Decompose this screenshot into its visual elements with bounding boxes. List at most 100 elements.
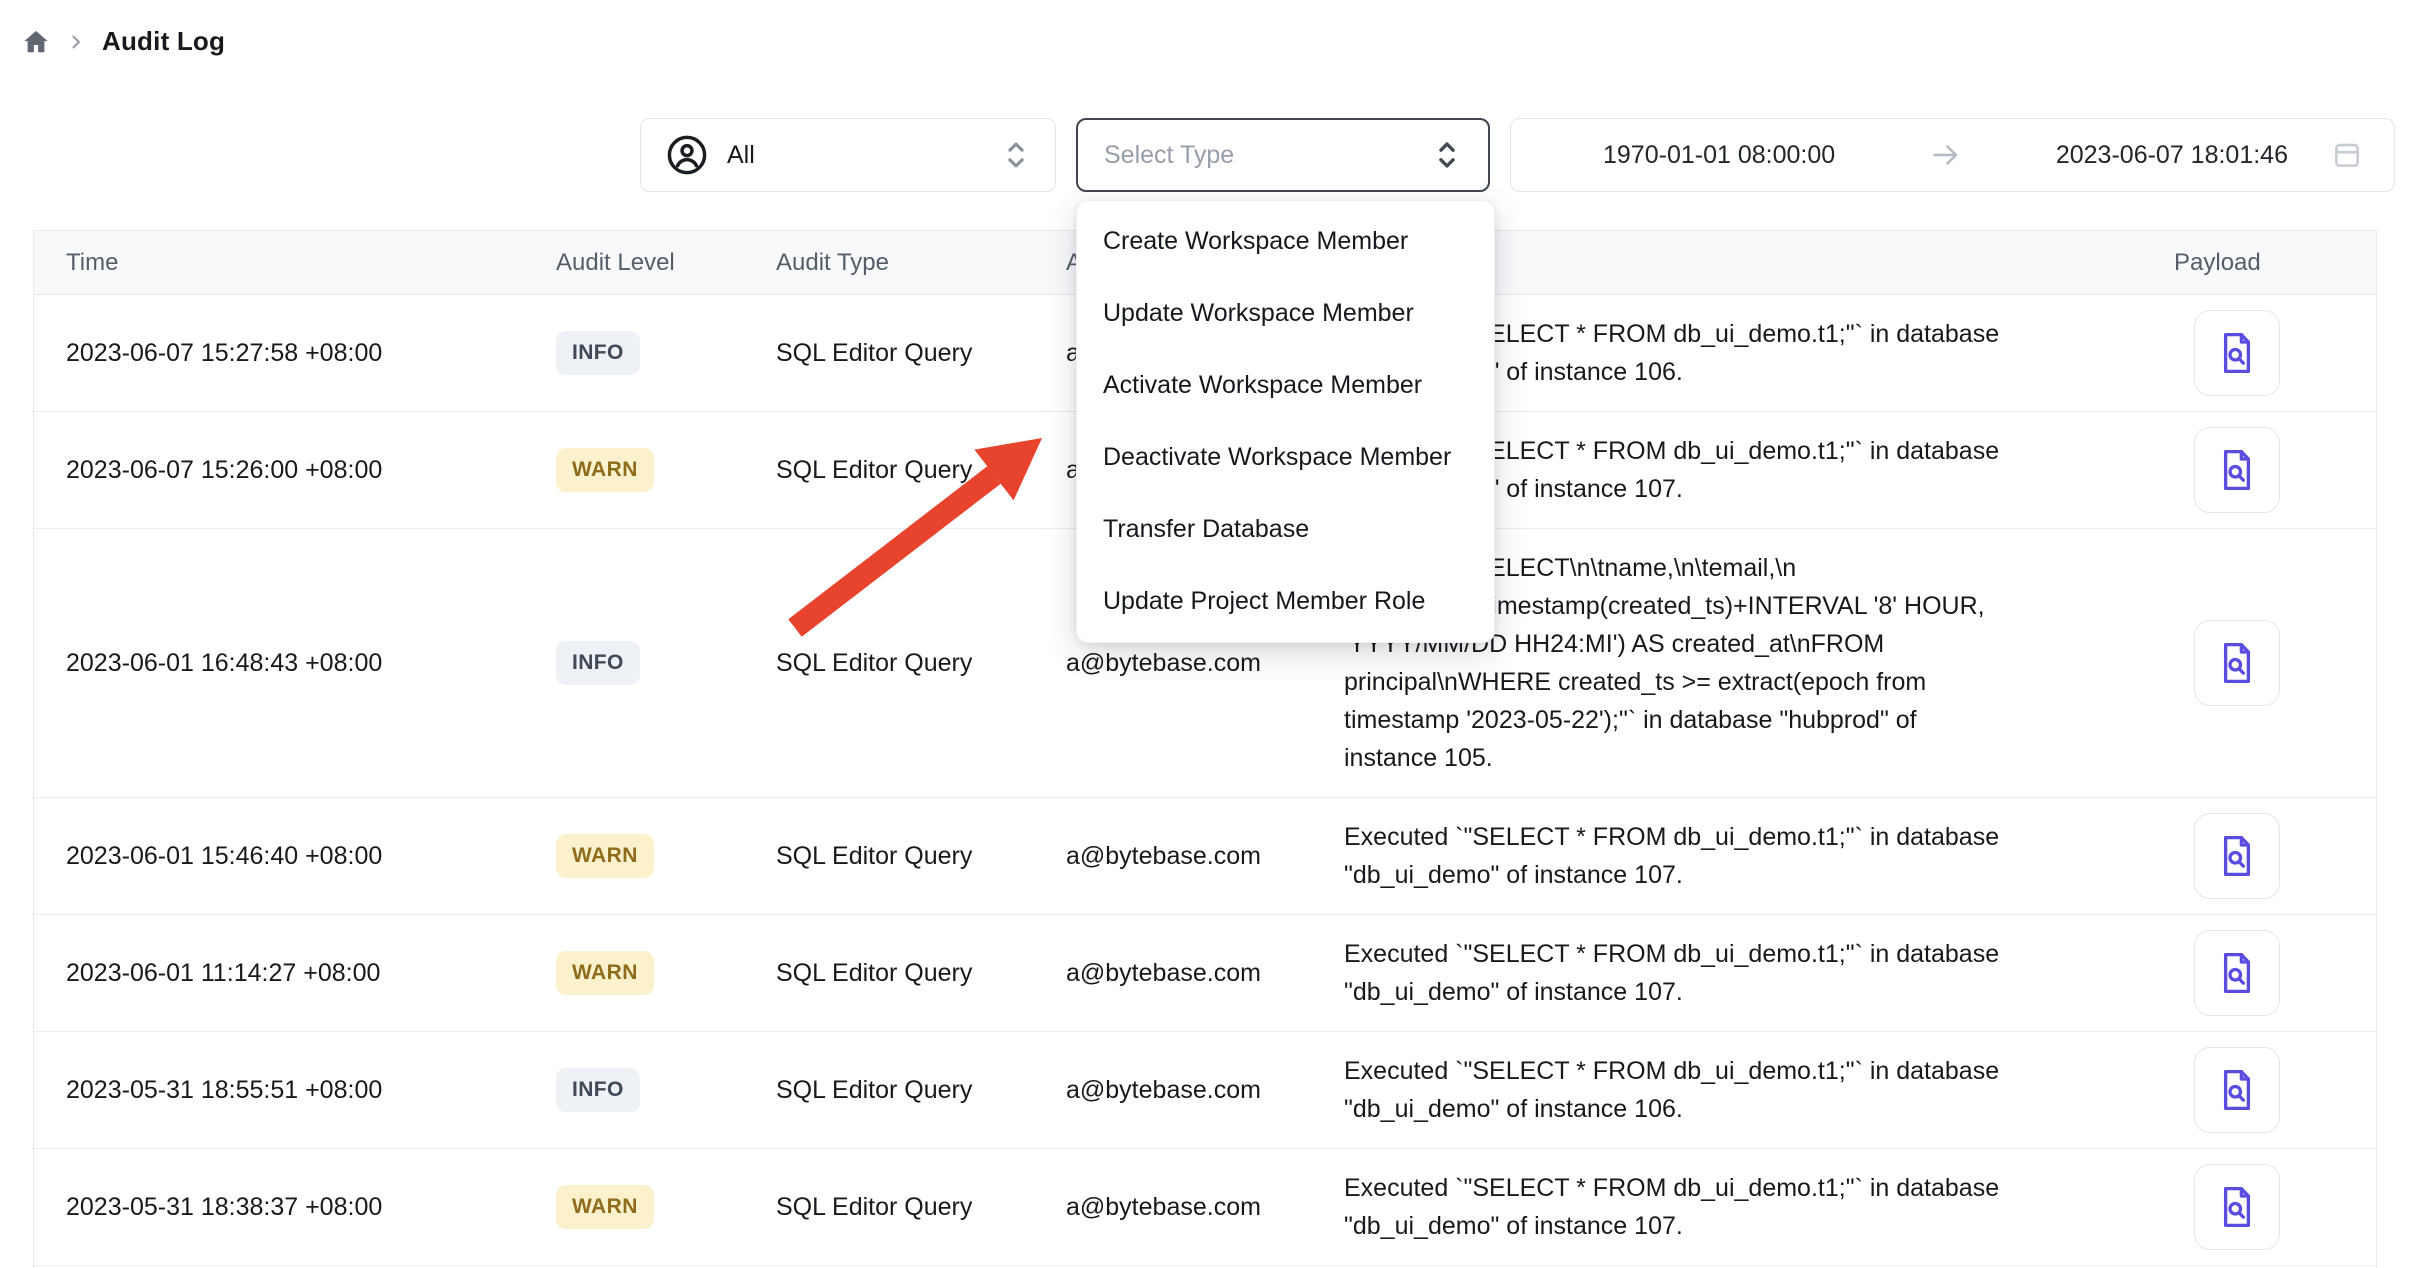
comment-line: Executed `"SELECT * FROM db_ui_demo.t1;"…	[1344, 935, 2104, 973]
audit-level-badge: INFO	[556, 1068, 640, 1112]
cell-comment: Executed `"SELECT * FROM db_ui_demo.t1;"…	[1344, 915, 2144, 1031]
cell-time: 2023-06-01 11:14:27 +08:00	[34, 959, 556, 988]
cell-audit-type: SQL Editor Query	[776, 339, 1066, 368]
chevron-right-icon	[66, 32, 86, 52]
table-row: 2023-06-01 11:14:27 +08:00 WARN SQL Edit…	[34, 915, 2376, 1032]
cell-payload	[2144, 620, 2376, 706]
home-icon[interactable]	[22, 28, 50, 56]
type-dropdown-option[interactable]: Activate Workspace Member	[1077, 350, 1494, 422]
user-circle-icon	[665, 133, 709, 177]
date-range-picker[interactable]: 1970-01-01 08:00:00 2023-06-07 18:01:46	[1510, 118, 2395, 192]
file-search-icon	[2216, 950, 2258, 996]
column-header-payload: Payload	[2144, 249, 2376, 277]
cell-audit-type: SQL Editor Query	[776, 959, 1066, 988]
comment-line: principal\nWHERE created_ts >= extract(e…	[1344, 663, 2104, 701]
column-header-audit-type: Audit Type	[776, 249, 1066, 277]
cell-comment: Executed `"SELECT * FROM db_ui_demo.t1;"…	[1344, 798, 2144, 914]
cell-comment: Executed `"SELECT * FROM db_ui_demo.t1;"…	[1344, 1032, 2144, 1148]
cell-audit-level: INFO	[556, 1068, 776, 1112]
cell-audit-level: INFO	[556, 331, 776, 375]
file-search-icon	[2216, 640, 2258, 686]
audit-level-badge: WARN	[556, 834, 654, 878]
comment-line: "db_ui_demo" of instance 107.	[1344, 1207, 2104, 1245]
cell-actor: a@bytebase.com	[1066, 842, 1344, 871]
column-header-audit-level: Audit Level	[556, 249, 776, 277]
audit-level-badge: WARN	[556, 448, 654, 492]
comment-line: "db_ui_demo" of instance 106.	[1344, 1090, 2104, 1128]
cell-payload	[2144, 310, 2376, 396]
updown-chevrons-icon	[1432, 138, 1462, 172]
type-dropdown-option[interactable]: Create Workspace Member	[1077, 206, 1494, 278]
view-payload-button[interactable]	[2194, 813, 2280, 899]
cell-payload	[2144, 813, 2376, 899]
view-payload-button[interactable]	[2194, 310, 2280, 396]
comment-line: Executed `"SELECT * FROM db_ui_demo.t1;"…	[1344, 1052, 2104, 1090]
cell-time: 2023-06-01 16:48:43 +08:00	[34, 649, 556, 678]
cell-comment: Executed `"SELECT * FROM db_ui_demo.t1;"…	[1344, 1149, 2144, 1265]
user-filter-select[interactable]: All	[640, 118, 1056, 192]
cell-audit-type: SQL Editor Query	[776, 842, 1066, 871]
view-payload-button[interactable]	[2194, 1047, 2280, 1133]
cell-actor: a@bytebase.com	[1066, 649, 1344, 678]
comment-line: "db_ui_demo" of instance 107.	[1344, 856, 2104, 894]
cell-time: 2023-05-31 18:55:51 +08:00	[34, 1076, 556, 1105]
cell-audit-level: WARN	[556, 1185, 776, 1229]
view-payload-button[interactable]	[2194, 1164, 2280, 1250]
cell-payload	[2144, 1047, 2376, 1133]
audit-level-badge: WARN	[556, 1185, 654, 1229]
cell-time: 2023-05-31 18:38:37 +08:00	[34, 1193, 556, 1222]
table-row: 2023-06-01 15:46:40 +08:00 WARN SQL Edit…	[34, 798, 2376, 915]
cell-time: 2023-06-07 15:26:00 +08:00	[34, 456, 556, 485]
cell-audit-type: SQL Editor Query	[776, 649, 1066, 678]
table-row: 2023-05-31 18:38:37 +08:00 WARN SQL Edit…	[34, 1149, 2376, 1266]
page-title: Audit Log	[102, 26, 225, 57]
calendar-icon[interactable]	[2330, 138, 2364, 172]
file-search-icon	[2216, 447, 2258, 493]
view-payload-button[interactable]	[2194, 620, 2280, 706]
breadcrumb: Audit Log	[22, 26, 225, 57]
audit-log-page: Audit Log All Select Type 1970-01-01 08:…	[0, 0, 2410, 1268]
cell-audit-level: WARN	[556, 951, 776, 995]
comment-line: Executed `"SELECT * FROM db_ui_demo.t1;"…	[1344, 1169, 2104, 1207]
type-dropdown-menu: Create Workspace Member Update Workspace…	[1076, 200, 1495, 643]
cell-audit-type: SQL Editor Query	[776, 456, 1066, 485]
cell-audit-type: SQL Editor Query	[776, 1076, 1066, 1105]
user-filter-value: All	[727, 141, 983, 170]
arrow-right-icon	[1929, 138, 1963, 172]
type-dropdown-option[interactable]: Update Workspace Member	[1077, 278, 1494, 350]
cell-actor: a@bytebase.com	[1066, 959, 1344, 988]
cell-payload	[2144, 427, 2376, 513]
comment-line: instance 105.	[1344, 739, 2104, 777]
view-payload-button[interactable]	[2194, 427, 2280, 513]
type-dropdown-option[interactable]: Transfer Database	[1077, 493, 1494, 565]
cell-time: 2023-06-07 15:27:58 +08:00	[34, 339, 556, 368]
updown-chevrons-icon	[1001, 138, 1031, 172]
comment-line: "db_ui_demo" of instance 107.	[1344, 973, 2104, 1011]
type-dropdown-option[interactable]: Deactivate Workspace Member	[1077, 421, 1494, 493]
cell-audit-level: WARN	[556, 448, 776, 492]
type-filter-select[interactable]: Select Type	[1076, 118, 1490, 192]
file-search-icon	[2216, 1067, 2258, 1113]
view-payload-button[interactable]	[2194, 930, 2280, 1016]
audit-level-badge: INFO	[556, 331, 640, 375]
cell-payload	[2144, 930, 2376, 1016]
cell-payload	[2144, 1164, 2376, 1250]
cell-audit-type: SQL Editor Query	[776, 1193, 1066, 1222]
comment-line: Executed `"SELECT * FROM db_ui_demo.t1;"…	[1344, 818, 2104, 856]
type-filter-placeholder: Select Type	[1104, 141, 1432, 170]
file-search-icon	[2216, 833, 2258, 879]
type-dropdown-option[interactable]: Update Project Member Role	[1077, 565, 1494, 637]
date-range-start[interactable]: 1970-01-01 08:00:00	[1603, 141, 1835, 170]
date-range-end[interactable]: 2023-06-07 18:01:46	[2056, 141, 2288, 170]
audit-level-badge: INFO	[556, 641, 640, 685]
cell-audit-level: INFO	[556, 641, 776, 685]
cell-actor: a@bytebase.com	[1066, 1076, 1344, 1105]
column-header-time: Time	[34, 249, 556, 277]
cell-time: 2023-06-01 15:46:40 +08:00	[34, 842, 556, 871]
file-search-icon	[2216, 330, 2258, 376]
cell-actor: a@bytebase.com	[1066, 1193, 1344, 1222]
table-row: 2023-05-31 18:55:51 +08:00 INFO SQL Edit…	[34, 1032, 2376, 1149]
comment-line: timestamp '2023-05-22');"` in database "…	[1344, 701, 2104, 739]
cell-audit-level: WARN	[556, 834, 776, 878]
audit-level-badge: WARN	[556, 951, 654, 995]
